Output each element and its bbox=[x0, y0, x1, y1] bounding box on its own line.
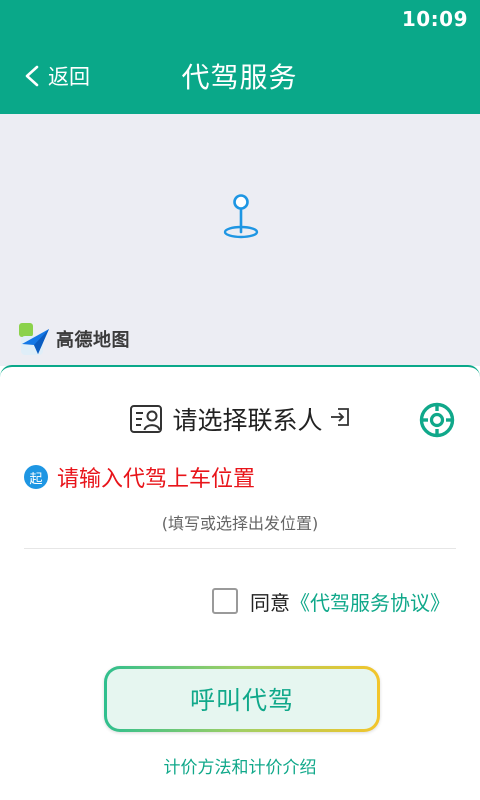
start-location-hint: (填写或选择出发位置) bbox=[161, 514, 319, 533]
app-screen: 10:09 返回 代驾服务 高德地图 请选择联系人 起 请输入代驾上车位置 (填… bbox=[0, 0, 480, 800]
page-title: 代驾服务 bbox=[0, 56, 480, 96]
amap-logo-icon bbox=[19, 323, 49, 355]
page-title-text: 代驾服务 bbox=[181, 61, 298, 94]
select-contact-button[interactable]: 请选择联系人 bbox=[129, 401, 350, 437]
start-location-row: 起 请输入代驾上车位置 bbox=[24, 462, 255, 492]
status-bar: 10:09 bbox=[0, 0, 480, 38]
call-driver-button[interactable]: 呼叫代驾 bbox=[104, 666, 380, 732]
start-badge: 起 bbox=[24, 465, 48, 489]
booking-panel: 请选择联系人 起 请输入代驾上车位置 (填写或选择出发位置) 同意 《代驾服务协… bbox=[0, 365, 480, 800]
title-bar: 返回 代驾服务 bbox=[0, 38, 480, 114]
divider bbox=[24, 548, 456, 549]
contact-label: 请选择联系人 bbox=[172, 406, 323, 435]
agreement-link[interactable]: 《代驾服务协议》 bbox=[290, 587, 450, 616]
agreement-prefix: 同意 bbox=[250, 590, 290, 615]
agreement-checkbox[interactable] bbox=[212, 588, 238, 614]
amap-logo: 高德地图 bbox=[18, 322, 130, 356]
contact-row: 请选择联系人 bbox=[0, 399, 480, 439]
sign-in-arrow-icon bbox=[330, 408, 349, 426]
location-pin-icon bbox=[223, 194, 259, 239]
locate-me-icon[interactable] bbox=[418, 401, 456, 439]
start-location-input[interactable]: 请输入代驾上车位置 bbox=[57, 461, 255, 493]
agreement-row: 同意 《代驾服务协议》 bbox=[212, 586, 450, 616]
status-time: 10:09 bbox=[401, 7, 468, 31]
pricing-info-link[interactable]: 计价方法和计价介绍 bbox=[0, 753, 480, 778]
amap-logo-text: 高德地图 bbox=[56, 330, 130, 351]
contact-card-icon bbox=[130, 405, 163, 433]
